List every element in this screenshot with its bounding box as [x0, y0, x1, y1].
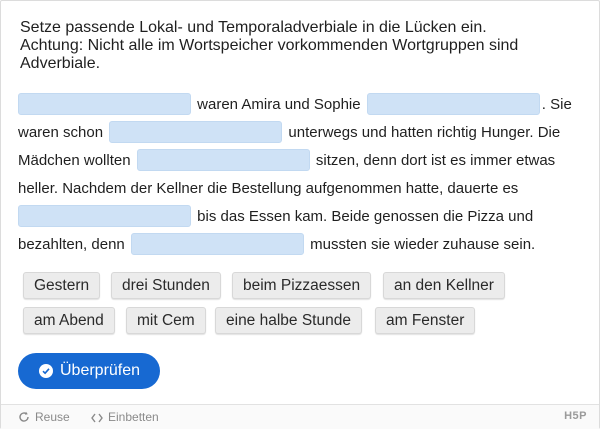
drop-zone-1[interactable]	[18, 93, 191, 115]
draggable-word[interactable]: am Fenster	[375, 307, 476, 334]
h5p-container: Setze passende Lokal- und Temporaladverb…	[0, 0, 600, 429]
draggable-word[interactable]: mit Cem	[126, 307, 206, 334]
check-button-label: Überprüfen	[60, 362, 141, 379]
draggable-word[interactable]: beim Pizzaessen	[232, 272, 372, 299]
task-instructions: Setze passende Lokal- und Temporaladverb…	[20, 19, 590, 73]
cloze-text: waren Amira und Sophie . Sie waren schon…	[18, 91, 588, 259]
h5p-logo: H5P	[564, 410, 587, 422]
instructions-line-2: Achtung: Nicht alle im Wortspeicher vork…	[20, 37, 519, 54]
drop-zone-2[interactable]	[366, 93, 540, 115]
check-button[interactable]: Überprüfen	[18, 353, 160, 389]
footer-bar: Reuse Einbetten H5P	[1, 404, 599, 429]
reuse-label: Reuse	[35, 410, 70, 424]
draggable-word[interactable]: Gestern	[23, 272, 101, 299]
drop-zone-4[interactable]	[136, 149, 310, 171]
embed-link[interactable]: Einbetten	[91, 410, 159, 426]
code-icon	[91, 412, 103, 426]
draggable-word[interactable]: drei Stunden	[111, 272, 221, 299]
instructions-line-3: Adverbiale.	[20, 55, 101, 72]
text-segment-6: mussten sie wieder zuhause sein.	[305, 236, 536, 253]
draggable-word[interactable]: eine halbe Stunde	[215, 307, 362, 334]
draggable-word[interactable]: an den Kellner	[383, 272, 505, 299]
embed-label: Einbetten	[108, 410, 159, 424]
draggable-word[interactable]: am Abend	[23, 307, 115, 334]
check-circle-icon	[39, 364, 53, 378]
text-segment-1: waren Amira und Sophie	[193, 96, 365, 113]
instructions-line-1: Setze passende Lokal- und Temporaladverb…	[20, 19, 487, 36]
drop-zone-5[interactable]	[18, 205, 191, 227]
drop-zone-3[interactable]	[109, 121, 283, 143]
reuse-icon	[18, 411, 30, 426]
drop-zone-6[interactable]	[130, 233, 304, 255]
reuse-link[interactable]: Reuse	[18, 410, 70, 426]
